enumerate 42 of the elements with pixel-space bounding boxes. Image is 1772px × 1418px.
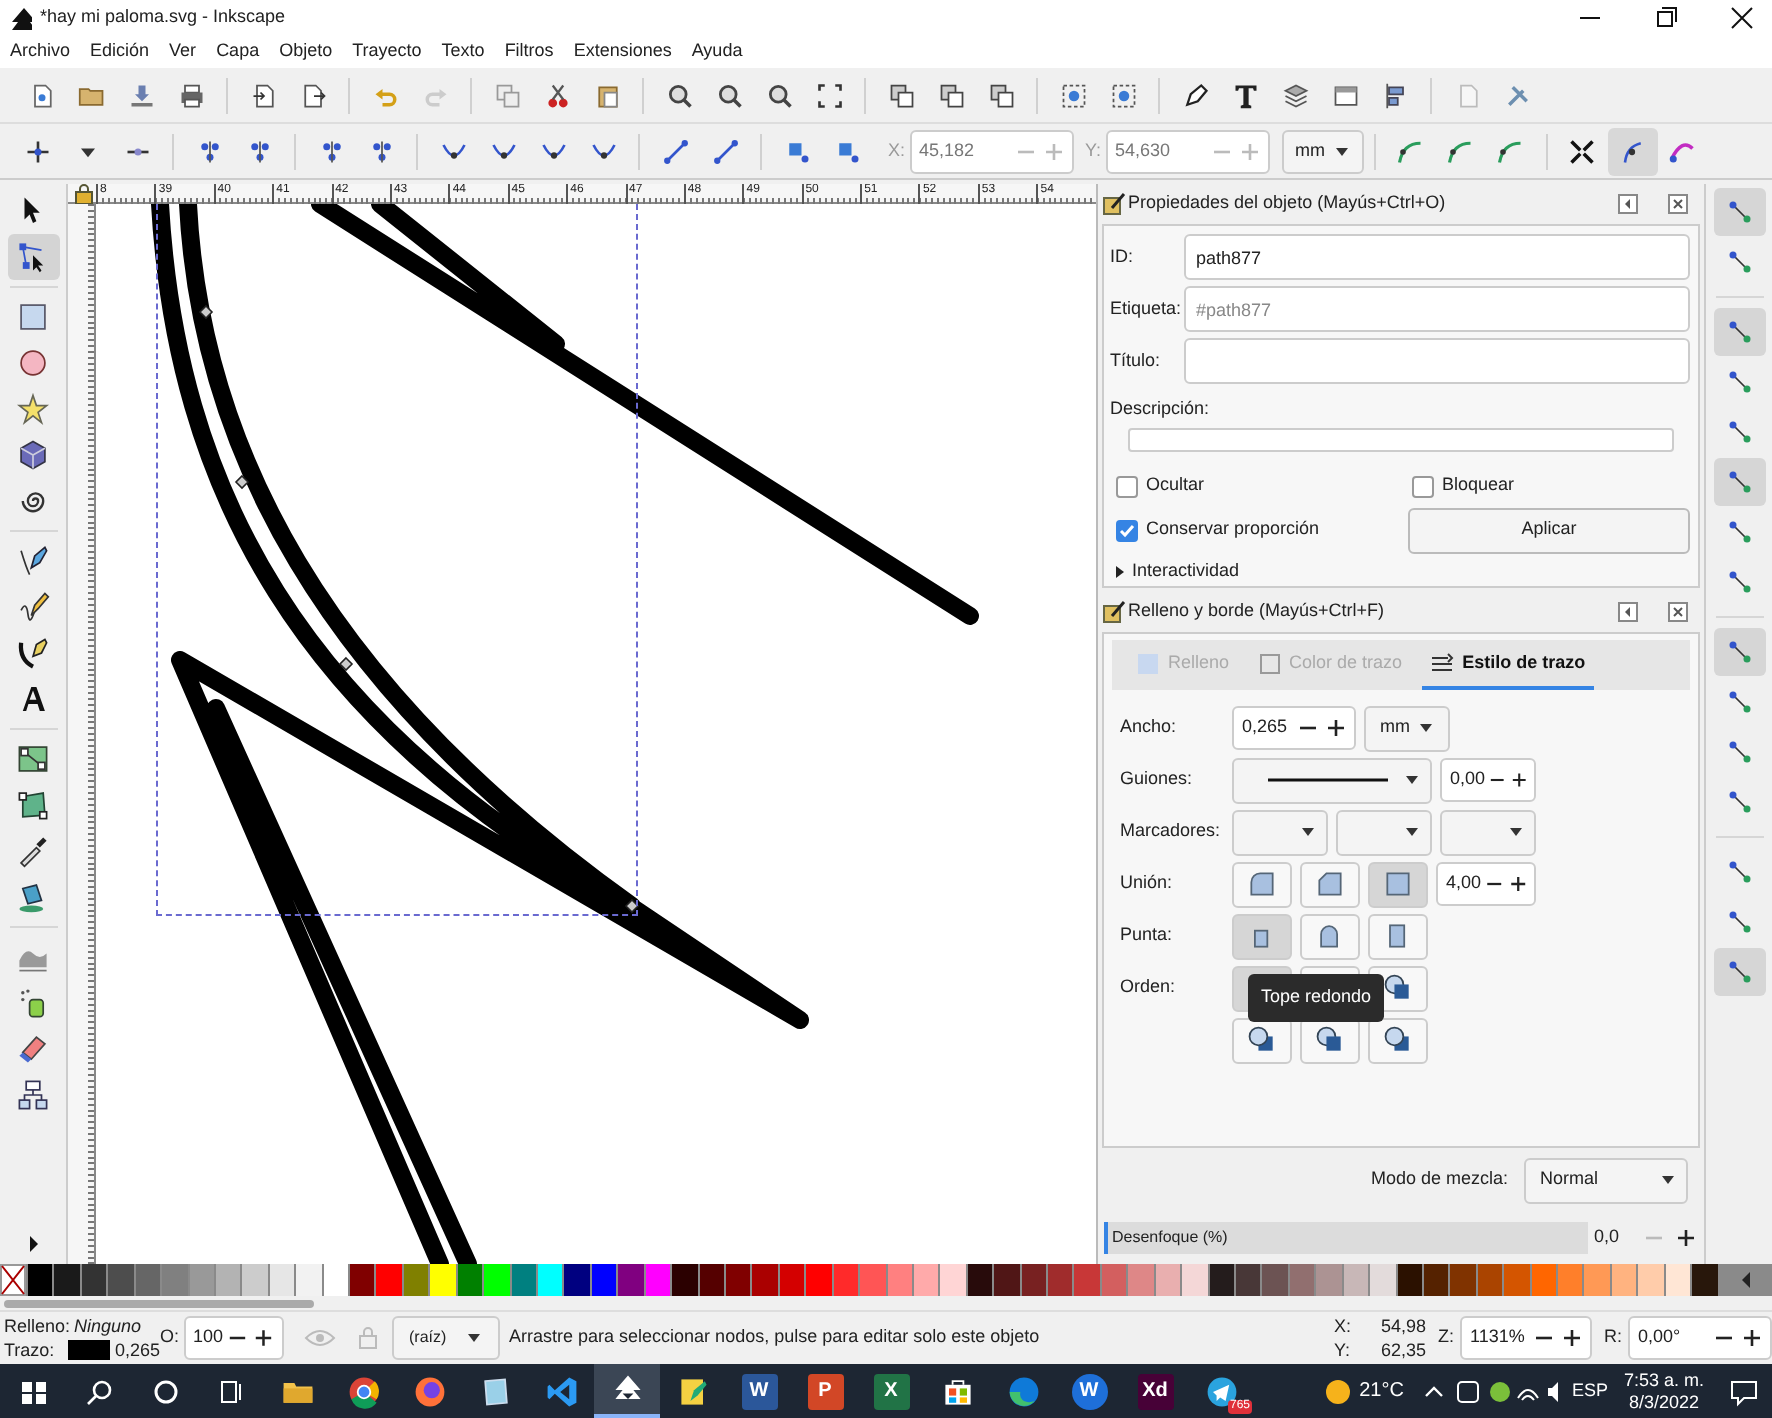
app-tile-icon: W <box>741 1373 777 1409</box>
field-label: Unión: <box>1120 870 1175 897</box>
status-message: Arrastre para seleccionar nodos, pulse para editar solo este objeto <box>509 1324 1040 1351</box>
status-label: Trazo: <box>4 1338 55 1362</box>
clock-date: 8/3/2022 <box>1628 1391 1699 1413</box>
app-tile-icon: Xd <box>1137 1373 1173 1409</box>
tooltip: Tope redondo <box>1248 974 1384 1022</box>
status-label: X: <box>1334 1314 1352 1338</box>
field-label: Y: <box>1085 137 1102 164</box>
cursor-x-value: 54,98 <box>1380 1314 1426 1338</box>
app-tile-icon: P <box>807 1373 843 1409</box>
status-label: O: <box>160 1324 180 1351</box>
field-label: ID: <box>1110 244 1136 271</box>
field-label: Orden: <box>1120 974 1178 1001</box>
panel-title: Relleno y borde (Mayús+Ctrl+F) <box>1128 598 1385 625</box>
field-label: X: <box>888 137 906 164</box>
status-label: Z: <box>1438 1324 1454 1351</box>
blur-label: Desenfoque (%) <box>1110 1226 1228 1250</box>
temperature: 21°C <box>1359 1378 1404 1406</box>
status-label: R: <box>1604 1324 1622 1351</box>
cursor-y-value: 62,35 <box>1380 1338 1426 1362</box>
blur-value: 0,0 <box>1594 1224 1622 1251</box>
app-tile-icon: W <box>1071 1373 1107 1409</box>
clock-time: 7:53 a. m. <box>1623 1369 1704 1391</box>
app-tile-icon: X <box>873 1373 909 1409</box>
field-label: Ancho: <box>1120 714 1179 741</box>
field-label: Descripción: <box>1110 395 1212 422</box>
window-title: *hay mi paloma.svg - Inkscape <box>40 4 286 31</box>
field-label: Marcadores: <box>1120 818 1223 845</box>
checkbox-label: Bloquear <box>1442 472 1515 499</box>
field-label: Modo de mezcla: <box>1370 1166 1508 1193</box>
stroke-width-value: 0,265 <box>114 1338 160 1362</box>
field-label: Guiones: <box>1120 766 1195 793</box>
field-label: Etiqueta: <box>1110 296 1184 323</box>
status-label: Y: <box>1334 1338 1351 1362</box>
status-label: Relleno: <box>4 1314 71 1338</box>
panel-title: Propiedades del objeto (Mayús+Ctrl+O) <box>1128 190 1446 217</box>
field-label: Título: <box>1110 348 1163 375</box>
checkbox-label: Conservar proporción <box>1146 516 1320 543</box>
fill-value: Ninguno <box>74 1314 142 1338</box>
checkbox-label: Ocultar <box>1146 472 1205 499</box>
field-label: Punta: <box>1120 922 1175 949</box>
